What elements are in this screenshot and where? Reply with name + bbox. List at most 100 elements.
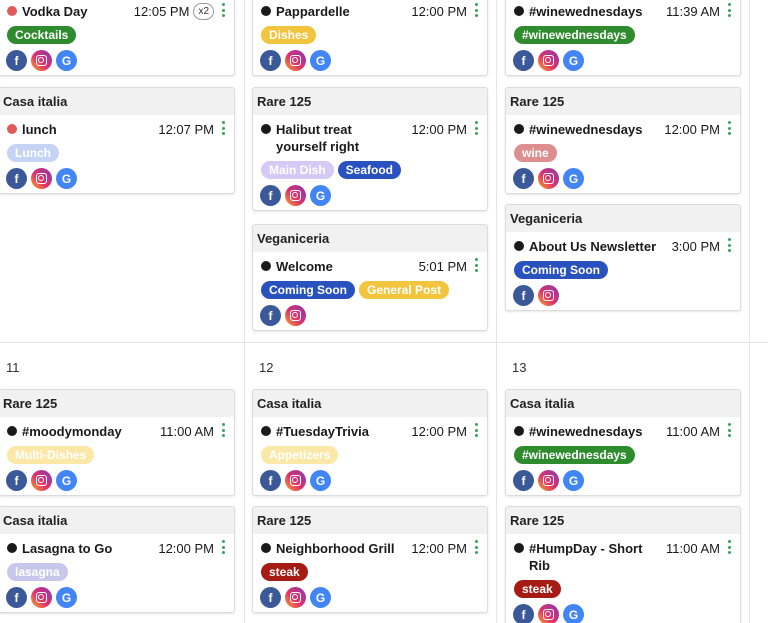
facebook-icon[interactable]: f <box>6 587 27 608</box>
category-tag[interactable]: #winewednesdays <box>514 26 635 44</box>
instagram-icon[interactable] <box>31 50 52 71</box>
google-icon[interactable]: G <box>310 185 331 206</box>
post-entry[interactable]: #moodymonday 11:00 AM Multi-Dishes f G <box>0 417 234 495</box>
post-card[interactable]: Rare 125 #HumpDay - Short Rib 11:00 AM stea… <box>505 506 741 623</box>
google-icon[interactable]: G <box>563 604 584 623</box>
post-card[interactable]: Casa italia lunch 12:07 PM Lunch f G <box>0 87 235 194</box>
category-tag[interactable]: Main Dish <box>261 161 334 179</box>
post-card[interactable]: Rare 125 #moodymonday 11:00 AM Multi-Dishes… <box>0 389 235 496</box>
more-options-icon[interactable] <box>728 121 732 135</box>
google-icon[interactable]: G <box>310 470 331 491</box>
facebook-icon[interactable]: f <box>513 470 534 491</box>
facebook-icon[interactable]: f <box>260 305 281 326</box>
category-tag[interactable]: #winewednesdays <box>514 446 635 464</box>
instagram-icon[interactable] <box>538 285 559 306</box>
more-options-icon[interactable] <box>728 540 732 554</box>
more-options-icon[interactable] <box>475 3 479 17</box>
facebook-icon[interactable]: f <box>513 168 534 189</box>
post-title[interactable]: #moodymonday <box>22 423 160 440</box>
category-tag[interactable]: Appetizers <box>261 446 339 464</box>
more-options-icon[interactable] <box>475 540 479 554</box>
google-icon[interactable]: G <box>563 470 584 491</box>
category-tag[interactable]: lasagna <box>7 563 68 581</box>
post-entry[interactable]: Pappardelle 12:00 PM Dishes f G <box>253 0 487 75</box>
facebook-icon[interactable]: f <box>6 50 27 71</box>
category-tag[interactable]: steak <box>261 563 308 581</box>
post-entry[interactable]: Vodka Day 12:05 PM x2 Cocktails f G <box>0 0 234 75</box>
google-icon[interactable]: G <box>563 168 584 189</box>
post-title[interactable]: #winewednesdays <box>529 423 666 440</box>
post-card[interactable]: #winewednesdays 11:39 AM #winewednesdays f G <box>505 0 741 76</box>
post-title[interactable]: Halibut treat yourself right <box>276 121 411 155</box>
more-options-icon[interactable] <box>222 121 226 135</box>
post-title[interactable]: #winewednesdays <box>529 121 664 138</box>
post-title[interactable]: Pappardelle <box>276 3 411 20</box>
google-icon[interactable]: G <box>56 470 77 491</box>
more-options-icon[interactable] <box>728 3 732 17</box>
post-title[interactable]: lunch <box>22 121 158 138</box>
post-title[interactable]: #TuesdayTrivia <box>276 423 411 440</box>
google-icon[interactable]: G <box>56 50 77 71</box>
post-title[interactable]: #winewednesdays <box>529 3 666 20</box>
google-icon[interactable]: G <box>310 50 331 71</box>
more-options-icon[interactable] <box>222 3 226 17</box>
category-tag[interactable]: Multi-Dishes <box>7 446 95 464</box>
google-icon[interactable]: G <box>56 168 77 189</box>
google-icon[interactable]: G <box>56 587 77 608</box>
post-title[interactable]: About Us Newsletter <box>529 238 672 255</box>
post-card[interactable]: Vodka Day 12:05 PM x2 Cocktails f G <box>0 0 235 76</box>
instagram-icon[interactable] <box>285 587 306 608</box>
post-card[interactable]: Rare 125 #winewednesdays 12:00 PM wine f G <box>505 87 741 194</box>
post-title[interactable]: #HumpDay - Short Rib <box>529 540 666 574</box>
instagram-icon[interactable] <box>285 305 306 326</box>
post-entry[interactable]: Halibut treat yourself right 12:00 PM Main… <box>253 115 487 210</box>
facebook-icon[interactable]: f <box>260 470 281 491</box>
category-tag[interactable]: Seafood <box>337 161 402 179</box>
post-card[interactable]: Rare 125 Halibut treat yourself right 12:0… <box>252 87 488 211</box>
instagram-icon[interactable] <box>285 470 306 491</box>
instagram-icon[interactable] <box>538 168 559 189</box>
more-options-icon[interactable] <box>475 258 479 272</box>
facebook-icon[interactable]: f <box>513 285 534 306</box>
instagram-icon[interactable] <box>285 185 306 206</box>
duplicate-count-badge[interactable]: x2 <box>193 3 214 20</box>
post-title[interactable]: Neighborhood Grill <box>276 540 411 557</box>
post-entry[interactable]: #HumpDay - Short Rib 11:00 AM steak f G <box>506 534 740 623</box>
post-entry[interactable]: Lasagna to Go 12:00 PM lasagna f G <box>0 534 234 612</box>
instagram-icon[interactable] <box>538 604 559 623</box>
google-icon[interactable]: G <box>310 587 331 608</box>
post-entry[interactable]: lunch 12:07 PM Lunch f G <box>0 115 234 193</box>
facebook-icon[interactable]: f <box>260 587 281 608</box>
more-options-icon[interactable] <box>222 540 226 554</box>
post-title[interactable]: Vodka Day <box>22 3 134 20</box>
post-entry[interactable]: #winewednesdays 12:00 PM wine f G <box>506 115 740 193</box>
post-card[interactable]: Veganiceria Welcome 5:01 PM Coming Soon Gene… <box>252 224 488 331</box>
post-card[interactable]: Rare 125 Neighborhood Grill 12:00 PM steak f… <box>252 506 488 613</box>
post-card[interactable]: Casa italia Lasagna to Go 12:00 PM lasagna f… <box>0 506 235 613</box>
facebook-icon[interactable]: f <box>513 50 534 71</box>
facebook-icon[interactable]: f <box>513 604 534 623</box>
category-tag[interactable]: Cocktails <box>7 26 77 44</box>
more-options-icon[interactable] <box>728 238 732 252</box>
post-entry[interactable]: Neighborhood Grill 12:00 PM steak f G <box>253 534 487 612</box>
category-tag[interactable]: Dishes <box>261 26 317 44</box>
facebook-icon[interactable]: f <box>260 185 281 206</box>
instagram-icon[interactable] <box>538 50 559 71</box>
more-options-icon[interactable] <box>222 423 226 437</box>
post-title[interactable]: Welcome <box>276 258 419 275</box>
instagram-icon[interactable] <box>31 470 52 491</box>
post-card[interactable]: Pappardelle 12:00 PM Dishes f G <box>252 0 488 76</box>
google-icon[interactable]: G <box>563 50 584 71</box>
instagram-icon[interactable] <box>31 168 52 189</box>
post-entry[interactable]: #TuesdayTrivia 12:00 PM Appetizers f G <box>253 417 487 495</box>
category-tag[interactable]: Lunch <box>7 144 59 162</box>
category-tag[interactable]: wine <box>514 144 557 162</box>
more-options-icon[interactable] <box>475 121 479 135</box>
more-options-icon[interactable] <box>475 423 479 437</box>
category-tag[interactable]: steak <box>514 580 561 598</box>
instagram-icon[interactable] <box>31 587 52 608</box>
post-entry[interactable]: About Us Newsletter 3:00 PM Coming Soon f <box>506 232 740 310</box>
instagram-icon[interactable] <box>285 50 306 71</box>
category-tag[interactable]: Coming Soon <box>514 261 608 279</box>
facebook-icon[interactable]: f <box>260 50 281 71</box>
